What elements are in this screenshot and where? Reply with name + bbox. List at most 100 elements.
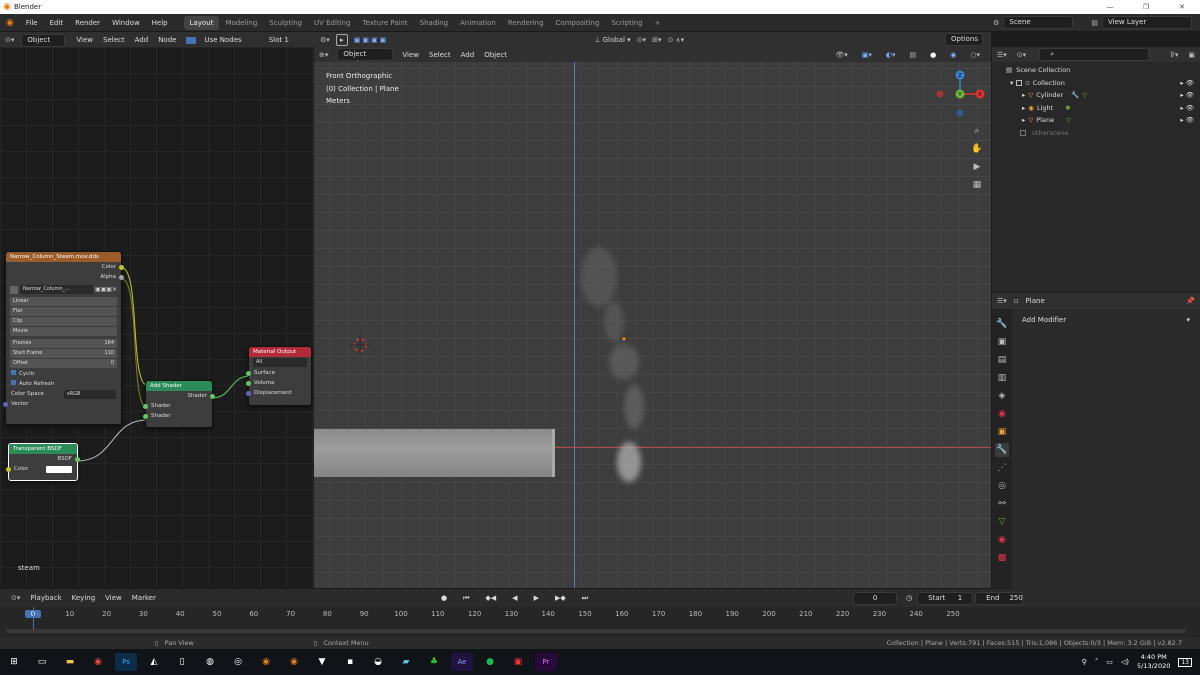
maximize-button[interactable]: ❐ — [1128, 3, 1164, 11]
node-menu-select[interactable]: Select — [98, 36, 130, 44]
color-space-dropdown[interactable]: sRGB — [64, 389, 116, 399]
output-tab-icon[interactable]: ▤ — [995, 353, 1009, 367]
image-texture-node[interactable]: Narrow_Column_Steam.mov.dds Color Alpha … — [3, 251, 124, 425]
tab-compositing[interactable]: Compositing — [550, 16, 606, 30]
auto-refresh-checkbox[interactable]: Auto Refresh — [6, 379, 121, 389]
cyclic-checkbox[interactable]: Cyclic — [6, 369, 121, 379]
menu-edit[interactable]: Edit — [44, 19, 70, 27]
shading-material-icon[interactable]: ◉ — [945, 51, 961, 59]
vector-input-socket[interactable] — [3, 401, 8, 407]
chrome-icon[interactable]: ◉ — [87, 653, 109, 671]
scene-tab-icon[interactable]: ◈ — [995, 389, 1009, 403]
select-tool-icon[interactable]: ▸ — [335, 33, 348, 46]
media-player-icon[interactable]: ▣ — [507, 653, 529, 671]
transform-orientation-dropdown[interactable]: ⊥ Global ▾ — [594, 36, 630, 44]
clock[interactable]: 4:40 PM 5/13/2020 — [1137, 653, 1170, 671]
cylinder-object[interactable] — [314, 429, 555, 477]
blender-menu-icon[interactable]: ◉ — [0, 18, 20, 28]
proportional-icon[interactable]: ⊙ ∧▾ — [667, 36, 684, 44]
menu-file[interactable]: File — [20, 19, 44, 27]
terminal-icon[interactable]: ▪ — [339, 653, 361, 671]
end-frame-field[interactable]: End 250 — [975, 591, 1024, 605]
editor-type-icon[interactable]: ⊙▾ — [0, 36, 19, 44]
record-icon[interactable]: ● — [436, 594, 452, 603]
viewport-menu-object[interactable]: Object — [479, 51, 512, 59]
timeline-menu-view[interactable]: View — [100, 594, 127, 602]
menu-window[interactable]: Window — [106, 19, 146, 27]
navigation-gizmo[interactable]: Z Y X — [934, 66, 990, 122]
add-shader-node[interactable]: Add Shader Shader Shader Shader — [143, 380, 215, 428]
offset-field[interactable]: Offset 0 — [10, 359, 117, 368]
visibility-icons[interactable]: ▸ 👁 — [1180, 102, 1194, 115]
material-output-node[interactable]: Material Output All Surface Volume Displ… — [246, 346, 312, 406]
spotify-icon[interactable]: ● — [479, 653, 501, 671]
windows-start-icon[interactable]: ⊞ — [3, 653, 25, 671]
displacement-input-socket[interactable] — [246, 390, 251, 396]
source-dropdown[interactable]: Movie — [10, 327, 117, 336]
tab-sculpting[interactable]: Sculpting — [263, 16, 308, 30]
image-shield-icon[interactable]: ▣▣▣✕ — [95, 286, 117, 293]
inkscape-icon[interactable]: ◭ — [143, 653, 165, 671]
outliner-editor-type-icon[interactable]: ☰▾ — [992, 51, 1012, 59]
tab-animation[interactable]: Animation — [454, 16, 502, 30]
visibility-icons[interactable]: ▸ 👁 — [1180, 89, 1194, 102]
node-menu-add[interactable]: Add — [130, 36, 154, 44]
transparent-color-socket[interactable] — [6, 466, 11, 472]
blender-taskbar-icon[interactable]: ◉ — [255, 653, 277, 671]
volume-input-socket[interactable] — [246, 380, 251, 386]
checkbox-icon[interactable] — [1020, 129, 1026, 136]
add-shader-output-socket[interactable] — [210, 393, 215, 399]
transparent-bsdf-node[interactable]: Transparent BSDF BSDF Color — [6, 443, 80, 481]
expand-arrow-icon[interactable]: ▾ — [1010, 77, 1013, 90]
jump-start-icon[interactable]: ⏮ — [458, 594, 474, 603]
pan-hand-icon[interactable]: ✋ — [970, 142, 984, 156]
tab-modeling[interactable]: Modeling — [219, 16, 263, 30]
start-frame-field[interactable]: Start 1 — [917, 591, 974, 605]
notepad-icon[interactable]: ▰ — [395, 653, 417, 671]
expand-arrow-icon[interactable]: ▸ — [1022, 102, 1025, 115]
color-swatch[interactable] — [46, 465, 72, 473]
blender-alt-taskbar-icon[interactable]: ◉ — [283, 653, 305, 671]
view-layer-icon[interactable]: ▤ — [1091, 19, 1098, 27]
gizmo-toggle-icon[interactable]: ▣▾ — [857, 51, 877, 59]
timeline-menu-keying[interactable]: Keying — [67, 594, 101, 602]
tool-tab-icon[interactable]: 🔧 — [995, 317, 1009, 331]
tab-rendering[interactable]: Rendering — [502, 16, 550, 30]
node-menu-node[interactable]: Node — [153, 36, 181, 44]
3d-viewport[interactable]: Front Orthographic (0) Collection | Plan… — [314, 62, 991, 588]
unity-icon[interactable]: ◍ — [199, 653, 221, 671]
task-view-icon[interactable]: ▭ — [31, 653, 53, 671]
clover-icon[interactable]: ♣ — [423, 653, 445, 671]
object-mode-dropdown[interactable]: Object Mode — [337, 48, 394, 69]
checkbox-icon[interactable] — [1016, 79, 1023, 86]
physics-tab-icon[interactable]: ◎ — [995, 479, 1009, 493]
material-target-dropdown[interactable]: All — [253, 358, 307, 367]
frames-field[interactable]: Frames 164 — [10, 339, 117, 348]
premiere-icon[interactable]: Pr — [535, 653, 557, 671]
tab-uv-editing[interactable]: UV Editing — [308, 16, 357, 30]
tab-scripting[interactable]: Scripting — [605, 16, 648, 30]
filter-icon[interactable]: ⊽▾ — [1165, 51, 1184, 59]
timeline-menu-playback[interactable]: Playback — [25, 594, 66, 602]
options-button[interactable]: Options — [945, 33, 983, 46]
tab-layout[interactable]: Layout — [183, 15, 220, 30]
outliner-item-light[interactable]: ▸ ◉ Light ✺ ▸ 👁 — [992, 102, 1200, 115]
shading-rendered-icon[interactable]: ○▾ — [965, 51, 985, 59]
play-reverse-icon[interactable]: ◀ — [507, 594, 522, 603]
people-icon[interactable]: ⚲ — [1082, 658, 1087, 666]
photoshop-icon[interactable]: Ps — [115, 653, 137, 671]
visibility-icon[interactable]: 👁▾ — [830, 51, 852, 59]
minimize-button[interactable]: — — [1092, 3, 1128, 11]
display-mode-icon[interactable]: ⊙▾ — [1012, 51, 1031, 59]
world-tab-icon[interactable]: ◉ — [995, 407, 1009, 421]
prev-keyframe-icon[interactable]: ◆◀ — [480, 594, 501, 603]
after-effects-icon[interactable]: Ae — [451, 653, 473, 671]
color-output-socket[interactable] — [119, 264, 124, 270]
zoom-icon[interactable]: ⌕ — [970, 124, 984, 138]
pin-icon[interactable]: 📌 — [1181, 297, 1200, 305]
extension-dropdown[interactable]: Clip — [10, 317, 117, 326]
view-layer-field[interactable]: View Layer — [1102, 16, 1192, 29]
new-collection-icon[interactable]: ▣ — [1183, 51, 1200, 59]
properties-editor-type-icon[interactable]: ☰▾ — [992, 297, 1012, 305]
current-frame-field[interactable]: 0 — [853, 591, 898, 605]
